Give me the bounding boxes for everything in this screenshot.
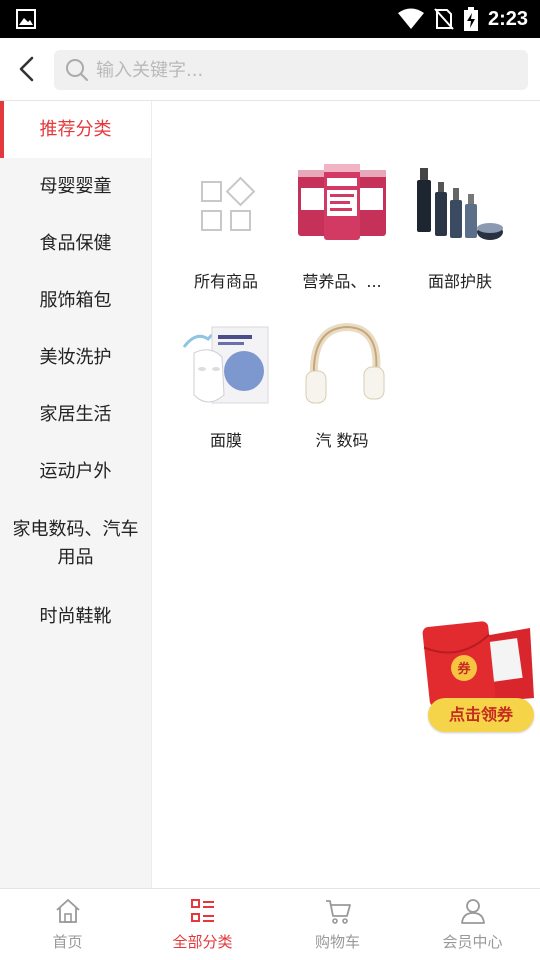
- coupon-button-label: 点击领券: [428, 698, 534, 732]
- category-tile-skincare[interactable]: 面部护肤: [400, 158, 520, 308]
- user-icon: [461, 899, 485, 924]
- category-tile-label: 面膜: [209, 431, 242, 450]
- skincare-bottles-image: [417, 168, 503, 240]
- sidebar-item-beauty-care[interactable]: 美妆洗护: [0, 329, 151, 386]
- search-header: [0, 38, 540, 101]
- category-tile-label: 汽 数码: [315, 431, 369, 450]
- sidebar-item-label: 母婴婴童: [39, 175, 112, 197]
- sidebar-item-electronics-auto[interactable]: 家电数码、汽车用品: [0, 500, 151, 588]
- category-tile-label: 营养品、...: [302, 272, 382, 291]
- bottom-tab-bar: 首页 全部分类 购物车 会员中心: [0, 888, 540, 960]
- red-envelope-icon: [422, 621, 534, 707]
- category-tile-electronics[interactable]: 汽 数码: [282, 317, 402, 467]
- coupon-badge: 券: [457, 662, 471, 677]
- app-screen: 2:23 推荐分类 母婴婴童 食品保健 服饰箱包 美妆洗护 家居生活 运动户外 …: [0, 0, 540, 960]
- tab-all-categories[interactable]: 全部分类: [135, 889, 270, 960]
- sidebar-item-food-health[interactable]: 食品保健: [0, 215, 151, 272]
- status-bar: 2:23: [0, 0, 540, 38]
- sidebar-item-fashion-shoes[interactable]: 时尚鞋靴: [0, 588, 151, 645]
- battery-charging-icon: [463, 7, 478, 31]
- search-box[interactable]: [54, 50, 528, 90]
- category-tile-label: 所有商品: [193, 272, 258, 291]
- sidebar-item-label: 家居生活: [39, 403, 112, 425]
- search-icon: [66, 59, 88, 81]
- cart-icon: [326, 900, 351, 924]
- sidebar-item-label: 运动户外: [39, 460, 112, 482]
- coupon-float-button[interactable]: 券 点击领券: [422, 618, 536, 736]
- sidebar-item-sports-outdoor[interactable]: 运动户外: [0, 443, 151, 500]
- sidebar-item-label: 食品保健: [39, 232, 112, 254]
- face-mask-image: [182, 326, 269, 404]
- sidebar-item-recommended[interactable]: 推荐分类: [0, 101, 151, 158]
- sidebar-item-label: 家电数码、汽车用品: [12, 519, 139, 568]
- sidebar-item-apparel-bags[interactable]: 服饰箱包: [0, 272, 151, 329]
- sidebar-item-home-living[interactable]: 家居生活: [0, 386, 151, 443]
- sidebar-item-label: 时尚鞋靴: [39, 605, 112, 627]
- search-input[interactable]: [96, 50, 516, 90]
- category-tile-face-mask[interactable]: 面膜: [166, 317, 286, 467]
- no-sim-icon: [434, 8, 454, 30]
- headphones-image: [305, 322, 385, 407]
- tab-cart[interactable]: 购物车: [270, 889, 405, 960]
- tab-label: 购物车: [314, 933, 360, 951]
- category-tile-nutrition[interactable]: 营养品、...: [282, 158, 402, 308]
- sidebar-item-mother-baby[interactable]: 母婴婴童: [0, 158, 151, 215]
- category-tile-label: 面部护肤: [427, 272, 492, 291]
- sidebar-item-label: 美妆洗护: [39, 346, 112, 368]
- tab-member-center[interactable]: 会员中心: [405, 889, 540, 960]
- category-grid: 所有商品 营养品、... 面部护肤 面膜 汽 数码: [152, 101, 540, 888]
- tab-label: 会员中心: [442, 933, 503, 951]
- category-sidebar: 推荐分类 母婴婴童 食品保健 服饰箱包 美妆洗护 家居生活 运动户外 家电数码、…: [0, 101, 152, 888]
- sidebar-item-label: 服饰箱包: [39, 289, 112, 311]
- grid-icon: [201, 176, 256, 231]
- tab-label: 首页: [52, 933, 83, 951]
- back-arrow-icon[interactable]: [10, 52, 44, 86]
- clock: 2:23: [487, 7, 528, 30]
- tab-home[interactable]: 首页: [0, 889, 135, 960]
- gallery-icon: [16, 9, 36, 29]
- wifi-icon: [397, 8, 424, 29]
- category-list-icon: [191, 899, 214, 922]
- sidebar-item-label: 推荐分类: [39, 118, 112, 140]
- home-icon: [56, 899, 80, 923]
- tab-label: 全部分类: [172, 933, 233, 951]
- system-icons: 2:23: [397, 6, 528, 32]
- category-tile-all-products[interactable]: 所有商品: [166, 158, 286, 308]
- supplement-bottles-image: [298, 164, 386, 240]
